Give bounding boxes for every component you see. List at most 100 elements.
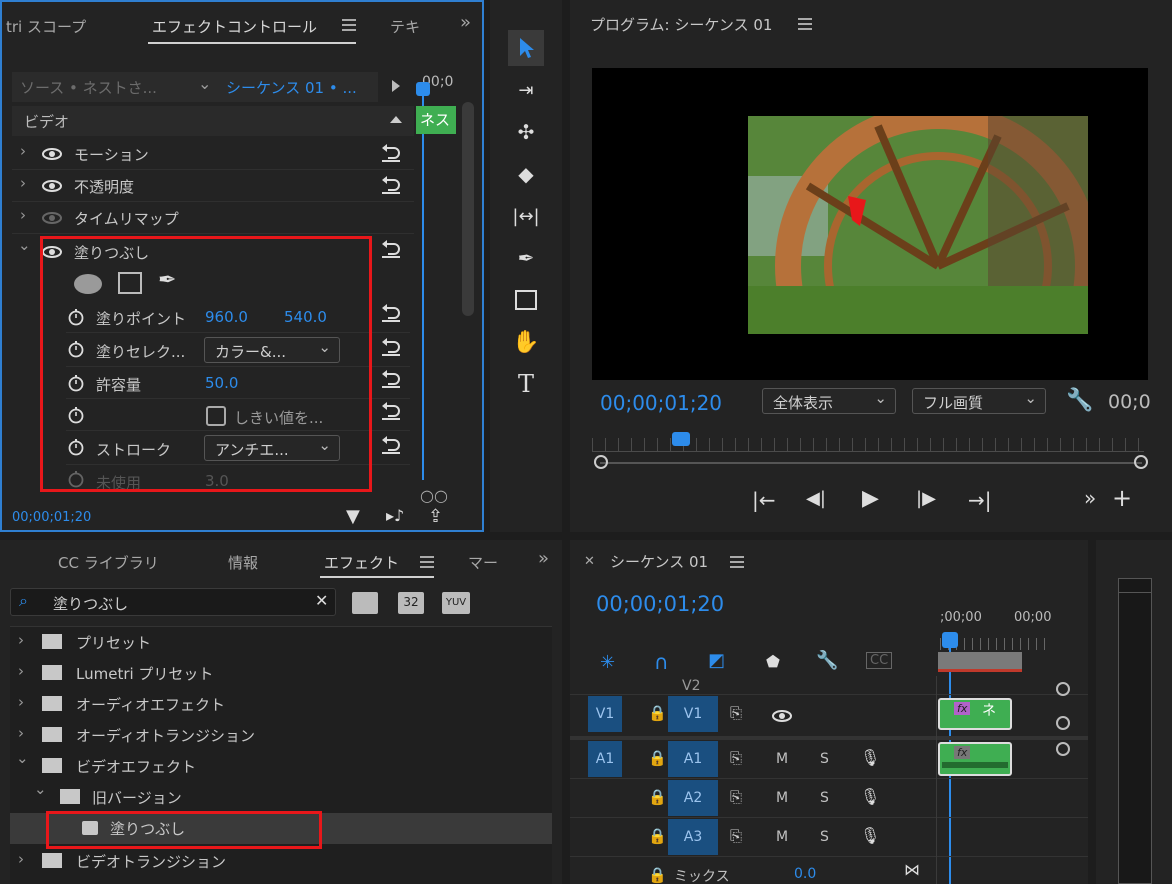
effect-row-motion[interactable]: › モーション (12, 138, 414, 170)
chevron-right-icon[interactable]: › (20, 174, 26, 192)
playhead-marker[interactable] (416, 82, 430, 96)
ripple-edit-tool-icon[interactable]: ✣ (508, 114, 544, 150)
tree-item-lumetri-presets[interactable]: › Lumetri プリセット (10, 658, 552, 689)
microphone-icon[interactable]: 🎙 (860, 826, 880, 845)
reset-icon[interactable] (380, 176, 402, 194)
timeline-title[interactable]: シーケンス 01 (610, 551, 708, 572)
razor-tool-icon[interactable]: ◆ (508, 156, 544, 192)
source-selector[interactable]: ソース • ネストさ... ⌄ シーケンス 01 • ... (12, 72, 378, 102)
lock-icon[interactable]: 🔒 (648, 788, 667, 806)
close-icon[interactable]: ✕ (584, 554, 595, 569)
panel-menu-icon[interactable] (420, 556, 434, 568)
mute-button[interactable]: M (776, 751, 788, 767)
mix-bowtie-icon[interactable]: ⋈ (904, 860, 920, 879)
reset-icon[interactable] (380, 338, 402, 356)
eye-icon[interactable] (42, 212, 62, 224)
lock-icon[interactable]: 🔒 (648, 827, 667, 845)
tree-item-obsolete[interactable]: ⌄ 旧バージョン (10, 780, 552, 813)
play-icon[interactable]: ▶ (862, 486, 879, 511)
reset-icon[interactable] (380, 144, 402, 162)
chevron-right-icon[interactable]: › (20, 206, 26, 224)
microphone-icon[interactable]: 🎙 (860, 787, 880, 806)
source-patch-v1[interactable]: V1 (588, 696, 622, 732)
rectangle-tool-icon[interactable] (508, 282, 544, 318)
panel-menu-icon[interactable] (798, 18, 812, 30)
eye-icon[interactable] (772, 710, 792, 722)
export-icon[interactable]: ⇪ (428, 506, 443, 527)
mix-value[interactable]: 0.0 (794, 866, 816, 882)
magnet-icon[interactable]: ∩ (654, 650, 669, 674)
chevron-right-icon[interactable]: › (18, 724, 24, 742)
reset-icon[interactable] (380, 402, 402, 420)
type-tool-icon[interactable]: T (508, 366, 544, 402)
eye-icon[interactable] (42, 148, 62, 160)
zoom-circles-icon[interactable]: ○○ (420, 486, 448, 505)
lock-icon[interactable]: 🔒 (648, 749, 667, 767)
add-button-icon[interactable]: + (1112, 484, 1132, 512)
ec-timecode[interactable]: 00;00;01;20 (12, 510, 91, 525)
accelerated-effects-icon[interactable] (352, 592, 378, 614)
solo-button[interactable]: S (820, 829, 829, 845)
v1-clip[interactable]: fx ネ (938, 698, 1012, 730)
ec-scrollbar[interactable] (462, 102, 474, 316)
chevron-right-icon[interactable]: › (18, 850, 24, 868)
wrench-icon[interactable]: 🔧 (1066, 388, 1093, 413)
reset-icon[interactable] (380, 304, 402, 322)
lock-icon[interactable]: 🔒 (648, 866, 667, 884)
track-target-a1[interactable]: A1 (668, 741, 718, 777)
slip-tool-icon[interactable]: |↔| (508, 198, 544, 234)
audio-play-icon[interactable]: ▸♪ (386, 506, 404, 525)
chevron-right-icon[interactable]: › (20, 142, 26, 160)
step-forward-icon[interactable]: |▶ (916, 488, 936, 509)
tree-item-video-transitions[interactable]: › ビデオトランジション (10, 846, 552, 877)
more-tabs-icon[interactable]: » (538, 548, 549, 569)
tab-cc-libraries[interactable]: CC ライブラリ (58, 552, 159, 573)
work-area-bar[interactable] (938, 652, 1022, 672)
wrench-icon[interactable]: 🔧 (816, 650, 838, 671)
step-back-icon[interactable]: ◀| (806, 488, 826, 509)
reset-icon[interactable] (380, 370, 402, 388)
pen-tool-icon[interactable]: ✒ (508, 240, 544, 276)
program-timecode[interactable]: 00;00;01;20 (600, 391, 722, 415)
track-zoom-handle[interactable] (1056, 682, 1070, 696)
chevron-down-icon[interactable]: ⌄ (16, 749, 29, 767)
lock-icon[interactable]: 🔒 (648, 704, 667, 722)
go-to-in-icon[interactable]: |← (752, 488, 776, 512)
timeline-playhead[interactable] (942, 632, 958, 648)
effect-row-opacity[interactable]: › 不透明度 (12, 170, 414, 202)
video-frame[interactable] (592, 68, 1148, 380)
snap-icon[interactable]: ✳ (600, 652, 615, 673)
32bit-effects-icon[interactable]: 32 (398, 592, 424, 614)
mute-button[interactable]: M (776, 829, 788, 845)
effects-search-box[interactable]: ⌕ 塗りつぶし ✕ (10, 588, 336, 616)
track-zoom-handle[interactable] (1056, 716, 1070, 730)
zoom-handle-left[interactable] (594, 455, 608, 469)
timeline-timecode[interactable]: 00;00;01;20 (596, 592, 724, 616)
chevron-down-icon[interactable]: ⌄ (34, 780, 47, 798)
selection-tool-icon[interactable] (508, 30, 544, 66)
filter-icon[interactable]: ▼ (346, 506, 360, 527)
ec-clip-block[interactable]: ネス (416, 106, 456, 134)
tree-item-presets[interactable]: › プリセット (10, 627, 552, 658)
sync-lock-icon[interactable]: ⎘ (730, 827, 742, 845)
chevron-right-icon[interactable]: › (18, 693, 24, 711)
quality-dropdown[interactable]: フル画質 ⌄ (912, 388, 1046, 414)
reset-icon[interactable] (380, 240, 402, 258)
sync-lock-icon[interactable]: ⎘ (730, 749, 742, 767)
chevron-right-icon[interactable]: › (18, 662, 24, 680)
clear-search-icon[interactable]: ✕ (315, 591, 328, 610)
zoom-scrollbar[interactable] (600, 462, 1142, 464)
hand-tool-icon[interactable]: ✋ (508, 324, 544, 360)
source-patch-a1[interactable]: A1 (588, 741, 622, 777)
track-target-a3[interactable]: A3 (668, 819, 718, 855)
tree-item-video-effects[interactable]: ⌄ ビデオエフェクト (10, 749, 552, 782)
track-select-tool-icon[interactable]: ⇥ (508, 72, 544, 108)
collapse-up-icon[interactable] (390, 116, 402, 123)
tab-effect-controls[interactable]: エフェクトコントロール (152, 16, 317, 37)
more-tabs-icon[interactable]: » (460, 12, 471, 33)
tab-info[interactable]: 情報 (228, 552, 258, 573)
zoom-handle-right[interactable] (1134, 455, 1148, 469)
sequence-label[interactable]: シーケンス 01 • ... (226, 77, 357, 98)
chevron-down-icon[interactable]: ⌄ (18, 236, 31, 254)
solo-button[interactable]: S (820, 790, 829, 806)
